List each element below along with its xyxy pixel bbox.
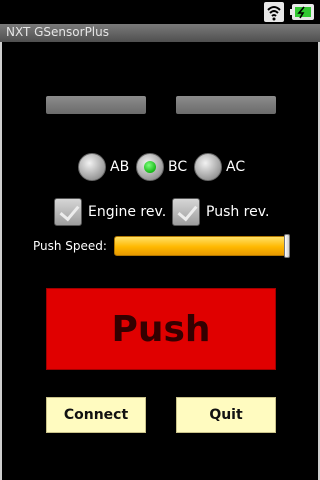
radio-ab-button[interactable] <box>78 153 106 181</box>
radio-port-ac[interactable]: AC <box>194 152 245 182</box>
left-indicator-bar <box>46 96 146 114</box>
push-rev-checkbox[interactable]: Push rev. <box>172 198 269 226</box>
title-bar: NXT GSensorPlus <box>0 24 320 42</box>
radio-port-ab[interactable]: AB <box>78 152 129 182</box>
connect-button-label: Connect <box>63 407 129 423</box>
status-bar <box>0 0 320 24</box>
quit-button-label: Quit <box>209 407 243 423</box>
radio-bc-button[interactable] <box>136 153 164 181</box>
push-speed-slider[interactable] <box>114 236 288 256</box>
quit-button[interactable]: Quit <box>176 397 276 433</box>
push-button-label: Push <box>111 308 211 350</box>
wifi-icon <box>264 2 284 22</box>
push-rev-checkmark-icon[interactable] <box>172 198 200 226</box>
radio-ac-button[interactable] <box>194 153 222 181</box>
connect-button[interactable]: Connect <box>46 397 146 433</box>
radio-port-bc[interactable]: BC <box>136 152 187 182</box>
push-rev-label: Push rev. <box>206 204 270 220</box>
frame-border-left <box>0 42 2 480</box>
push-button[interactable]: Push <box>46 288 276 370</box>
battery-icon <box>290 4 314 20</box>
radio-ac-label: AC <box>226 159 246 175</box>
right-indicator-bar <box>176 96 276 114</box>
radio-ab-label: AB <box>110 159 130 175</box>
engine-rev-checkbox[interactable]: Engine rev. <box>54 198 166 226</box>
engine-rev-checkmark-icon[interactable] <box>54 198 82 226</box>
app-title: NXT GSensorPlus <box>6 25 109 39</box>
engine-rev-label: Engine rev. <box>88 204 167 220</box>
radio-bc-label: BC <box>168 159 188 175</box>
push-speed-label: Push Speed: <box>33 239 107 253</box>
push-speed-slider-thumb[interactable] <box>284 234 290 258</box>
